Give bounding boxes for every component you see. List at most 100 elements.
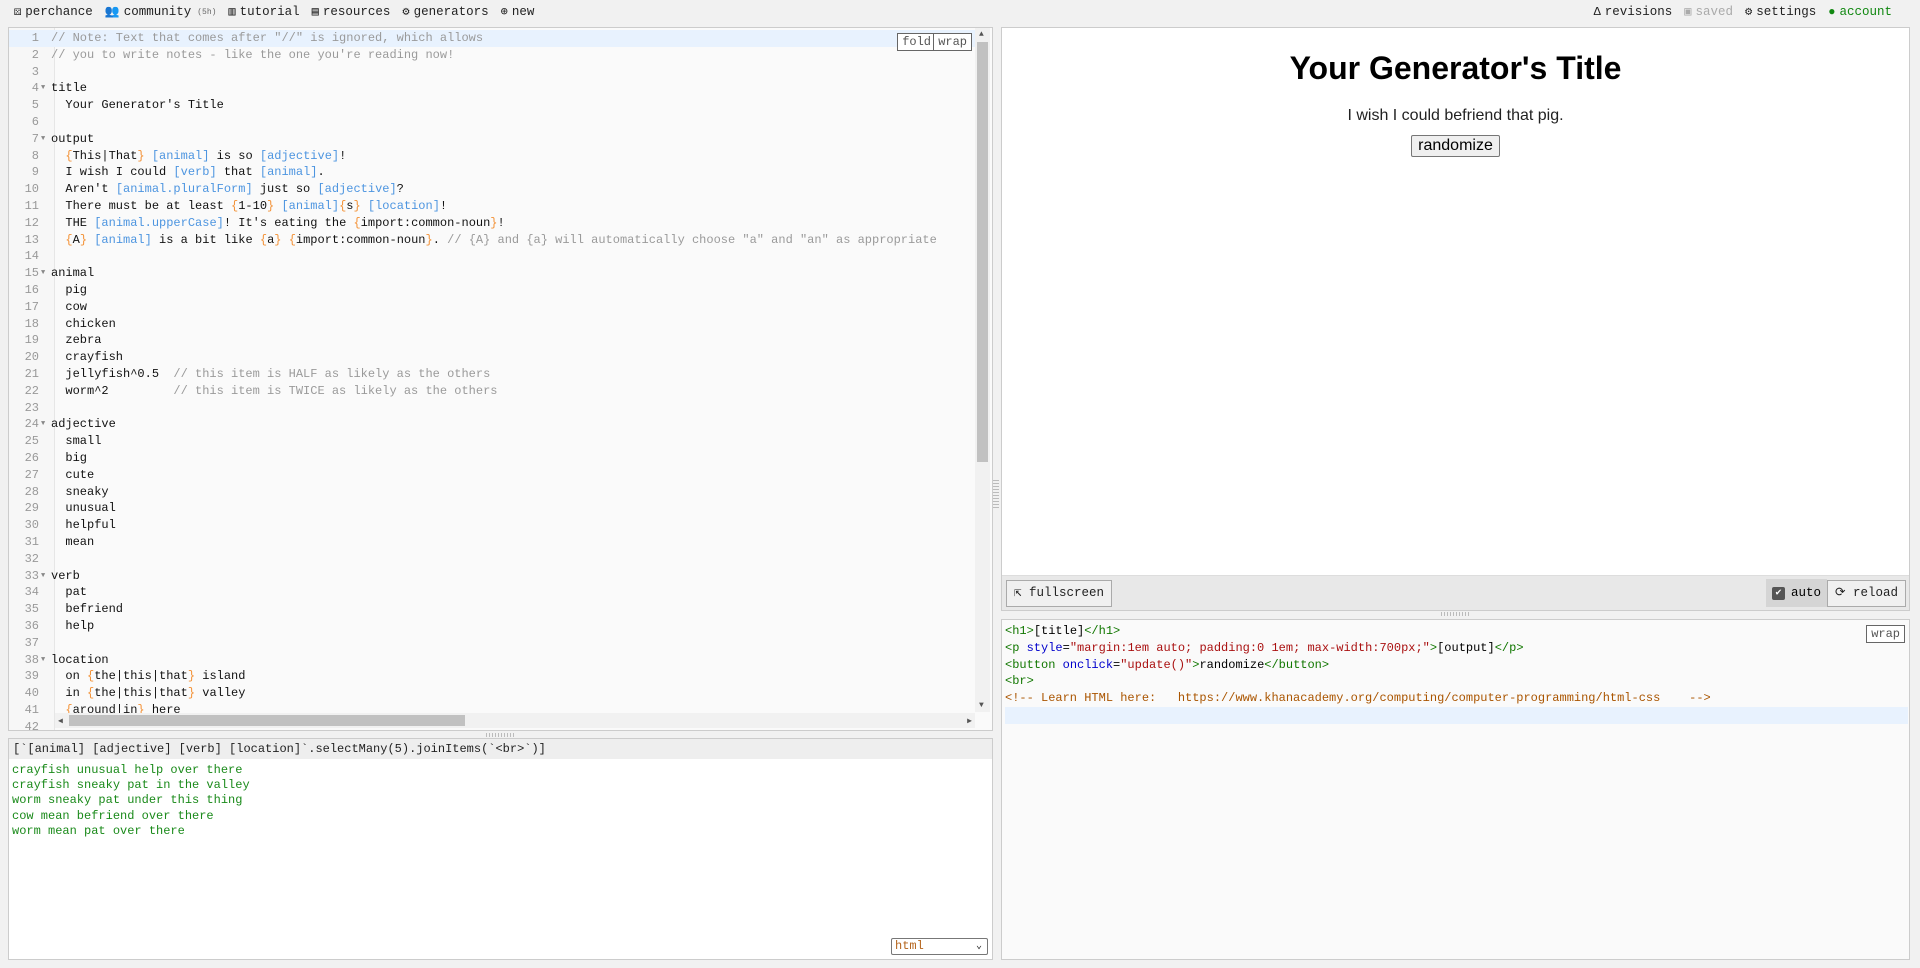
line-text: title <box>51 81 88 96</box>
line-number: 1 <box>31 31 39 45</box>
code-line: 22 worm^2 // this item is TWICE as likel… <box>9 383 976 400</box>
fold-arrow-icon[interactable]: ▼ <box>41 131 45 148</box>
line-text: sneaky <box>51 484 109 499</box>
line-number: 21 <box>24 367 39 381</box>
html-code-line: <h1>[title]</h1> <box>1005 624 1121 638</box>
reload-button[interactable]: ⟳ reload <box>1826 580 1906 607</box>
line-number: 17 <box>24 299 39 314</box>
wrap-button[interactable]: wrap <box>933 33 972 51</box>
reload-label: reload <box>1852 586 1898 600</box>
line-number: 14 <box>24 249 39 264</box>
html-wrap-button[interactable]: wrap <box>1866 625 1905 643</box>
code-line: 29 unusual <box>9 500 976 517</box>
list-editor[interactable]: 1 // Note: Text that comes after "//" is … <box>8 27 993 731</box>
line-text: // you to write notes - like the one you… <box>51 47 455 62</box>
line-number: 10 <box>24 182 39 197</box>
auto-reload-toggle[interactable]: ✔ auto <box>1765 579 1827 607</box>
html-editor[interactable]: <h1>[title]</h1> <p style="margin:1em aut… <box>1001 619 1910 960</box>
line-text: output <box>51 131 95 146</box>
randomize-button[interactable]: randomize <box>1411 135 1500 157</box>
code-line: 38 ▼ location <box>9 652 976 669</box>
code-line: 16 pig <box>9 282 976 299</box>
chevron-down-icon: ⌄ <box>975 941 982 952</box>
line-text: befriend <box>51 602 124 617</box>
auto-checkbox[interactable]: ✔ <box>1771 586 1785 600</box>
code-line: 36 help <box>9 618 976 635</box>
fold-button[interactable]: fold <box>897 33 936 51</box>
fold-arrow-icon[interactable]: ▼ <box>41 265 45 282</box>
line-text: adjective <box>51 417 116 432</box>
nav-perchance[interactable]: ⚄ perchance <box>14 5 93 19</box>
line-text: cow <box>51 299 88 314</box>
fullscreen-label: fullscreen <box>1029 586 1105 600</box>
nav-label: community <box>123 5 192 19</box>
line-number: 20 <box>24 350 39 365</box>
html-code-line: <!-- Learn HTML here: https://www.khanac… <box>1005 690 1908 707</box>
line-number: 16 <box>24 283 39 297</box>
nav-badge: (5h) <box>197 7 217 17</box>
nav-right: Δrevisions ▣ saved ⚙ settings ● account <box>1594 5 1892 19</box>
console-output-line: worm mean pat over there <box>12 823 185 838</box>
nav-label: revisions <box>1604 5 1673 19</box>
preview-resize-handle[interactable] <box>1441 612 1469 616</box>
console-panel: [`[animal] [adjective] [verb] [location]… <box>8 738 993 960</box>
nav-saved[interactable]: ▣ saved <box>1684 5 1733 19</box>
nav-label: saved <box>1695 5 1734 19</box>
nav-label: resources <box>322 5 391 19</box>
code-line: 1 // Note: Text that comes after "//" is … <box>9 30 976 47</box>
html-code-line: <p style="margin:1em auto; padding:0 1em… <box>1005 640 1524 655</box>
nav-label: settings <box>1756 5 1817 19</box>
html-code-line: <button onclick="update()">randomize</bu… <box>1005 657 1330 672</box>
nav-resources[interactable]: ▤ resources <box>312 5 391 19</box>
line-number: 36 <box>24 619 39 633</box>
vertical-resize-handle[interactable] <box>486 733 514 737</box>
line-number: 32 <box>24 551 39 566</box>
nav-label: new <box>511 5 535 19</box>
scrollbar-thumb[interactable] <box>69 715 465 726</box>
nav-generators[interactable]: ⚙ generators <box>402 5 488 19</box>
nav-revisions[interactable]: Δrevisions <box>1594 5 1673 19</box>
horizontal-scrollbar[interactable]: ◀ ▶ <box>55 713 975 728</box>
vertical-scrollbar[interactable]: ▲ ▼ <box>975 28 990 712</box>
line-text: small <box>51 434 102 449</box>
line-text: helpful <box>51 518 116 533</box>
line-number: 7 <box>31 131 39 146</box>
scroll-down-icon[interactable]: ▼ <box>979 701 984 710</box>
line-number: 8 <box>31 148 39 163</box>
nav-label: generators <box>413 5 489 19</box>
line-number: 38 <box>24 652 39 667</box>
html-comment: <!-- Learn HTML here: https://www.khanac… <box>1005 691 1711 706</box>
line-text: {A} [animal] is a bit like {a} {import:c… <box>65 232 937 247</box>
fold-arrow-icon[interactable]: ▼ <box>41 416 45 433</box>
line-text: chicken <box>51 316 116 331</box>
line-text: verb <box>51 568 80 583</box>
nav-community[interactable]: 👥 community (5h) <box>105 5 217 19</box>
nav-settings[interactable]: ⚙ settings <box>1745 5 1816 19</box>
output-mode-select[interactable]: html ⌄ <box>891 938 988 955</box>
console-output: crayfish unusual help over there crayfish… <box>9 759 992 843</box>
code-line: 21 jellyfish^0.5 // this item is HALF as… <box>9 366 976 383</box>
console-output-line: crayfish unusual help over there <box>12 763 243 777</box>
line-number: 19 <box>24 333 39 348</box>
fold-arrow-icon[interactable]: ▼ <box>41 80 45 97</box>
person-icon: ● <box>1828 5 1836 19</box>
line-text: pat <box>51 585 88 600</box>
nav-new[interactable]: ⊕ new <box>501 5 535 19</box>
fullscreen-button[interactable]: ⇱ fullscreen <box>1006 580 1113 607</box>
scroll-up-icon[interactable]: ▲ <box>979 30 984 39</box>
delta-icon: Δ <box>1593 5 1601 19</box>
console-input[interactable]: [`[animal] [adjective] [verb] [location]… <box>9 739 992 759</box>
nav-left: ⚄ perchance 👥 community (5h) ▥ tutorial ▤ resour… <box>14 5 534 19</box>
fold-arrow-icon[interactable]: ▼ <box>41 652 45 669</box>
scrollbar-thumb[interactable] <box>977 42 988 462</box>
nav-tutorial[interactable]: ▥ tutorial <box>228 5 299 19</box>
horizontal-resize-handle[interactable] <box>993 478 999 508</box>
auto-label: auto <box>1790 586 1821 600</box>
console-output-line: crayfish sneaky pat in the valley <box>12 778 250 793</box>
line-text: There must be at least {1-10} [animal]{s… <box>51 199 448 213</box>
nav-account[interactable]: ● account <box>1828 5 1892 19</box>
scroll-right-icon[interactable]: ▶ <box>967 716 972 726</box>
fold-arrow-icon[interactable]: ▼ <box>41 568 45 585</box>
scroll-left-icon[interactable]: ◀ <box>58 716 63 726</box>
code-line: 34 pat <box>9 584 976 601</box>
